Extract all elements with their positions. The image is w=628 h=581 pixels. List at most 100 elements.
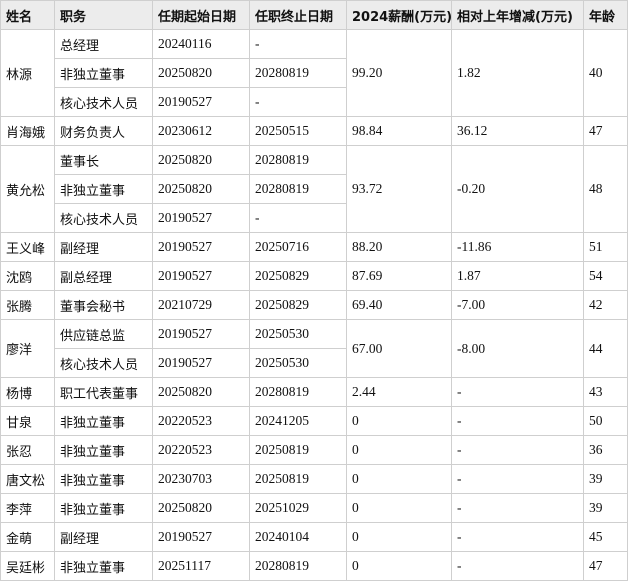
person-name-cell: 金萌 [0, 522, 55, 552]
position-cell: 核心技术人员 [54, 348, 153, 378]
person-name-cell: 李萍 [0, 493, 55, 523]
person-name-cell: 吴廷彬 [0, 551, 55, 581]
position-cell: 董事会秘书 [54, 290, 153, 320]
position-cell: 副总经理 [54, 261, 153, 291]
table-row: 金萌 副经理 20190527 20240104 0-45 [0, 522, 628, 552]
term-start-cell: 20230612 [152, 116, 250, 146]
header-name: 姓名 [0, 0, 55, 30]
table-row: 肖海娥 财务负责人 20230612 20250515 98.84 36.12 47 [0, 116, 628, 146]
term-end-cell: 20250530 [249, 319, 347, 349]
age-cell: 43 [583, 377, 628, 407]
term-start-cell: 20250820 [152, 377, 250, 407]
table-row: 沈鸥 副总经理 20190527 20250829 87.69 1.87 54 [0, 261, 628, 291]
position-cell: 非独立董事 [54, 174, 153, 204]
age-cell: 50 [583, 406, 628, 436]
age-cell: 48 [583, 145, 628, 233]
term-end-cell: 20250829 [249, 290, 347, 320]
position-cell: 副经理 [54, 232, 153, 262]
table-row: 林源 总经理 20240116-99.20 1.82 40 [0, 29, 628, 117]
change-cell: - [451, 493, 584, 523]
age-cell: 54 [583, 261, 628, 291]
term-end-cell: 20250530 [249, 348, 347, 378]
salary-cell: 0 [346, 493, 452, 523]
salary-cell: 0 [346, 464, 452, 494]
person-name-cell: 杨博 [0, 377, 55, 407]
position-cell: 供应链总监 [54, 319, 153, 349]
term-end-cell: 20280819 [249, 377, 347, 407]
term-end-cell: 20280819 [249, 145, 347, 175]
position-cell: 非独立董事 [54, 464, 153, 494]
age-cell: 40 [583, 29, 628, 117]
term-end-cell: 20241205 [249, 406, 347, 436]
table-row: 甘泉 非独立董事 20220523 20241205 0-50 [0, 406, 628, 436]
table-row: 吴廷彬 非独立董事 20251117 20280819 0-47 [0, 551, 628, 581]
change-cell: - [451, 551, 584, 581]
term-end-cell: 20250515 [249, 116, 347, 146]
change-cell: - [451, 464, 584, 494]
age-cell: 39 [583, 493, 628, 523]
table-row: 张忍 非独立董事 20220523 20250819 0-36 [0, 435, 628, 465]
term-start-cell: 20190527 [152, 232, 250, 262]
term-start-cell: 20250820 [152, 58, 250, 88]
salary-cell: 0 [346, 522, 452, 552]
person-name-cell: 廖洋 [0, 319, 55, 378]
person-name-cell: 黄允松 [0, 145, 55, 233]
change-cell: - [451, 435, 584, 465]
change-cell: -0.20 [451, 145, 584, 233]
term-end-cell: 20280819 [249, 551, 347, 581]
table-row: 张腾 董事会秘书 20210729 20250829 69.40 -7.00 42 [0, 290, 628, 320]
header-term-start: 任期起始日期 [152, 0, 250, 30]
position-cell: 非独立董事 [54, 551, 153, 581]
compensation-table: 姓名 职务 任期起始日期 任职终止日期 2024薪酬(万元) 相对上年增减(万元… [0, 0, 628, 581]
term-start-cell: 20190527 [152, 522, 250, 552]
change-cell: 1.82 [451, 29, 584, 117]
position-cell: 副经理 [54, 522, 153, 552]
age-cell: 51 [583, 232, 628, 262]
position-cell: 职工代表董事 [54, 377, 153, 407]
position-cell: 非独立董事 [54, 58, 153, 88]
change-cell: -7.00 [451, 290, 584, 320]
position-cell: 董事长 [54, 145, 153, 175]
table-row: 廖洋 供应链总监 20190527 20250530 67.00 -8.00 44 [0, 319, 628, 378]
term-end-cell: - [249, 29, 347, 59]
table-row: 黄允松 董事长 20250820 20280819 93.72 -0.20 48 [0, 145, 628, 233]
header-row: 姓名 职务 任期起始日期 任职终止日期 2024薪酬(万元) 相对上年增减(万元… [0, 0, 628, 30]
person-name-cell: 张忍 [0, 435, 55, 465]
salary-cell: 0 [346, 551, 452, 581]
position-cell: 核心技术人员 [54, 203, 153, 233]
age-cell: 47 [583, 116, 628, 146]
term-end-cell: - [249, 203, 347, 233]
person-name-cell: 肖海娥 [0, 116, 55, 146]
table-body: 林源 总经理 20240116-99.20 1.82 40 非独立董事 20250820 20… [0, 29, 628, 581]
change-cell: 36.12 [451, 116, 584, 146]
header-term-end: 任职终止日期 [249, 0, 347, 30]
table-row: 王义峰 副经理 20190527 20250716 88.20 -11.86 51 [0, 232, 628, 262]
header-salary: 2024薪酬(万元) [346, 0, 452, 30]
age-cell: 47 [583, 551, 628, 581]
position-cell: 非独立董事 [54, 435, 153, 465]
position-cell: 财务负责人 [54, 116, 153, 146]
salary-cell: 0 [346, 406, 452, 436]
change-cell: - [451, 377, 584, 407]
term-end-cell: 20280819 [249, 58, 347, 88]
salary-cell: 99.20 [346, 29, 452, 117]
salary-cell: 98.84 [346, 116, 452, 146]
term-start-cell: 20210729 [152, 290, 250, 320]
term-end-cell: 20280819 [249, 174, 347, 204]
person-name-cell: 沈鸥 [0, 261, 55, 291]
term-end-cell: 20250819 [249, 435, 347, 465]
term-start-cell: 20190527 [152, 348, 250, 378]
change-cell: -8.00 [451, 319, 584, 378]
table-row: 杨博 职工代表董事 20250820 20280819 2.44-43 [0, 377, 628, 407]
salary-cell: 87.69 [346, 261, 452, 291]
term-start-cell: 20190527 [152, 203, 250, 233]
header-change: 相对上年增减(万元) [451, 0, 584, 30]
header-position: 职务 [54, 0, 153, 30]
term-end-cell: 20250716 [249, 232, 347, 262]
change-cell: -11.86 [451, 232, 584, 262]
salary-cell: 93.72 [346, 145, 452, 233]
term-start-cell: 20250820 [152, 493, 250, 523]
person-name-cell: 甘泉 [0, 406, 55, 436]
term-end-cell: 20240104 [249, 522, 347, 552]
term-start-cell: 20251117 [152, 551, 250, 581]
